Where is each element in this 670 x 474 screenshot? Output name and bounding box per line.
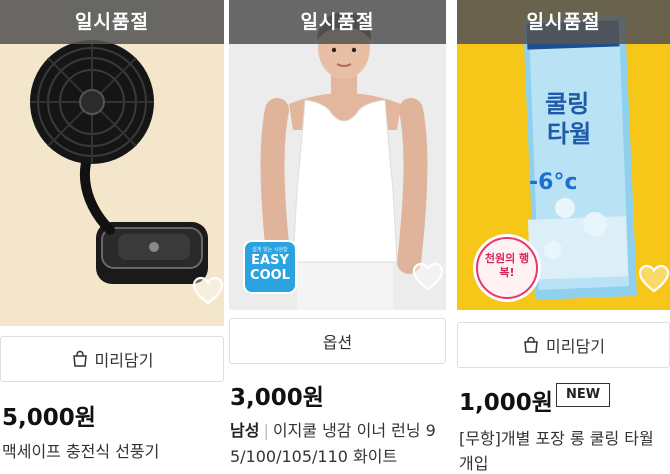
- product-name[interactable]: [무항]개별 포장 롱 쿨링 타월: [459, 425, 670, 449]
- cart-button[interactable]: 미리담기: [0, 336, 224, 382]
- cart-button-label: 미리담기: [546, 337, 605, 356]
- badge-cool: COOL: [250, 268, 290, 283]
- package-title-2: 타월: [547, 120, 592, 148]
- product-price: 1,000원: [459, 390, 553, 416]
- badge-easy: EASY: [251, 253, 289, 268]
- product-image-towel[interactable]: 쿨링 타월 -6°c 천원의 행복! 일시품절: [457, 0, 670, 310]
- product-price: 5,000원: [2, 405, 96, 431]
- product-name-line2: 개입: [459, 454, 489, 473]
- package-sticker-text: 천원의 행복!: [484, 252, 530, 279]
- sold-out-overlay: 일시품절: [0, 0, 224, 44]
- product-name-line2: 5/100/105/110 화이트: [230, 447, 398, 466]
- cart-button[interactable]: 미리담기: [457, 322, 670, 368]
- fan-illustration: [0, 0, 224, 326]
- package-temperature: -6°c: [529, 170, 578, 195]
- option-button-label: 옵션: [322, 333, 353, 352]
- new-badge: NEW: [556, 383, 611, 407]
- sold-out-overlay: 일시품절: [229, 0, 446, 44]
- easy-cool-badge: 쉽게 읽는 시원함 EASY COOL: [243, 240, 297, 294]
- badge-subtext: 쉽게 읽는 시원함: [252, 247, 288, 253]
- heart-icon[interactable]: [638, 264, 670, 294]
- product-price: 3,000원: [230, 385, 324, 411]
- product-image-fan[interactable]: 일시품절: [0, 0, 224, 326]
- product-image-tanktop[interactable]: 쉽게 읽는 시원함 EASY COOL 일시품절: [229, 0, 446, 310]
- product-name[interactable]: 남성 | 이지쿨 냉감 이너 런닝 9: [230, 417, 446, 441]
- product-name-text: 이지쿨 냉감 이너 런닝 9: [272, 421, 436, 440]
- sold-out-overlay: 일시품절: [457, 0, 670, 44]
- separator: |: [263, 421, 269, 440]
- heart-icon[interactable]: [192, 276, 224, 306]
- product-name[interactable]: 맥세이프 충전식 선풍기: [2, 438, 224, 462]
- option-button[interactable]: 옵션: [229, 318, 446, 364]
- shopping-bag-icon: [524, 336, 538, 353]
- heart-icon[interactable]: [412, 262, 444, 292]
- shopping-bag-icon: [72, 350, 87, 367]
- product-brand: 남성: [230, 421, 260, 440]
- cart-button-label: 미리담기: [94, 351, 154, 370]
